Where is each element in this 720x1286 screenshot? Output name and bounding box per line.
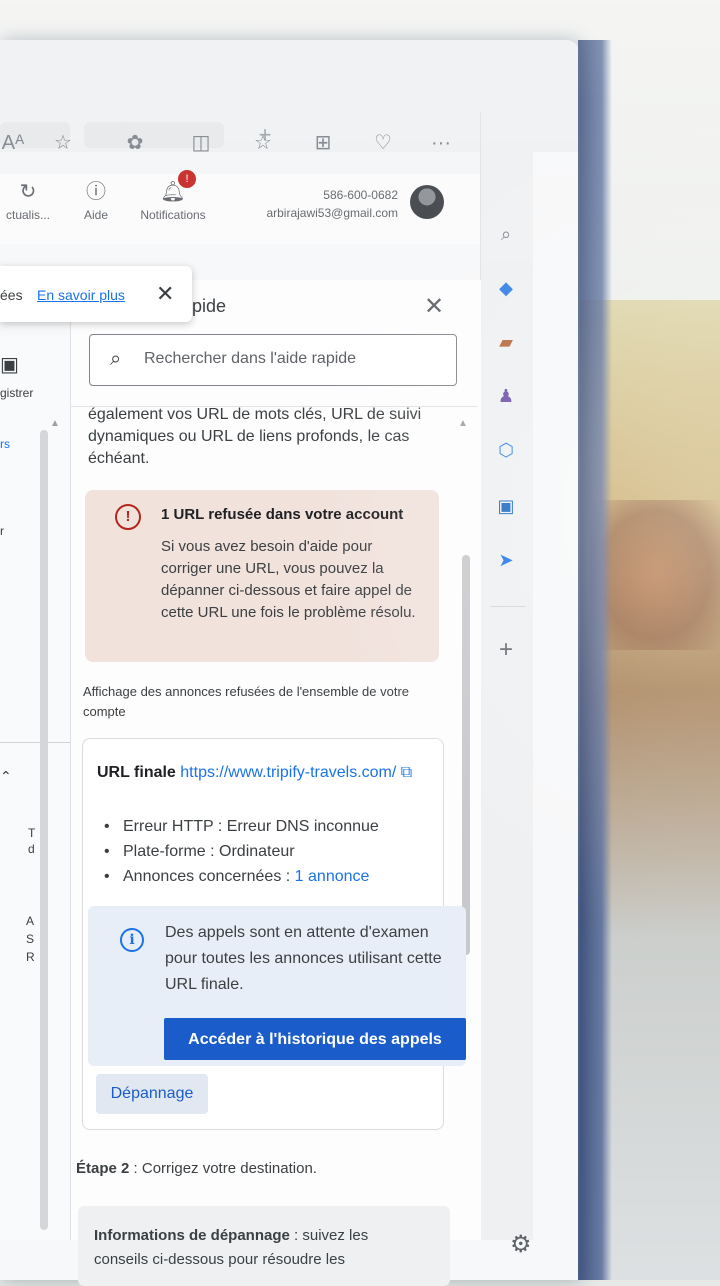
add-sidebar-app-icon[interactable]: + [494, 638, 518, 662]
refresh-button[interactable]: ↻ ctualis... [0, 180, 56, 222]
affected-ads-link[interactable]: 1 annonce [295, 868, 370, 885]
help-button[interactable]: ⓘ Aide [76, 180, 116, 222]
troubleshoot-info-box: Informations de dépannage : suivez les c… [78, 1206, 450, 1286]
browser-essentials-icon[interactable]: ♡ [370, 130, 396, 156]
table-header-cell: T [28, 826, 36, 840]
left-menu-item[interactable]: r [0, 524, 4, 538]
notifications-label: Notifications [140, 208, 206, 222]
send-icon[interactable]: ➤ [494, 548, 518, 572]
appeals-history-button[interactable]: Accéder à l'historique des appels [164, 1018, 466, 1060]
panel-scrollbar[interactable] [462, 555, 470, 955]
ads-page-behind-panel [0, 336, 72, 1240]
refresh-icon: ↻ [19, 181, 37, 203]
table-header-cell: d [28, 842, 35, 856]
panel-title: pide [192, 296, 227, 316]
final-url-link[interactable]: https://www.tripify-travels.com/ [180, 764, 396, 781]
laptop-bezel [578, 40, 612, 1280]
step-2-description: : Corrigez votre destination. [129, 1160, 317, 1177]
collections-icon[interactable]: ⊞ [310, 130, 336, 156]
avatar[interactable] [410, 185, 444, 219]
account-email: arbirajawi53@gmail.com [266, 206, 398, 220]
appeals-info-text: Des appels sont en attente d'examen pour… [165, 924, 442, 993]
close-icon[interactable]: ✕ [424, 292, 444, 321]
account-phone: 586-600-0682 [323, 188, 398, 202]
external-link-icon[interactable]: ⧉ [401, 764, 412, 781]
url-error-details: • Erreur HTTP : Erreur DNS inconnue • Plat… [104, 814, 424, 889]
gear-icon[interactable]: ⚙ [510, 1230, 532, 1259]
left-menu-item[interactable]: rs [0, 437, 10, 451]
info-icon: i [120, 928, 144, 952]
collapse-chevron-icon[interactable]: ⌃ [0, 768, 12, 785]
alert-body: Si vous avez besoin d'aide pour corriger… [161, 538, 416, 621]
search-placeholder: Rechercher dans l'aide rapide [144, 350, 357, 367]
account-info[interactable]: 586-600-0682 arbirajawi53@gmail.com [238, 186, 398, 222]
search-icon[interactable]: ⌕ [494, 222, 518, 246]
shopping-tag-icon[interactable]: ◆ [494, 276, 518, 300]
save-icon[interactable]: ▣ [0, 352, 19, 377]
help-label: Aide [83, 208, 109, 222]
table-cell: S [26, 932, 35, 946]
extensions-icon[interactable]: ✿ [122, 130, 148, 156]
toast-text: ées [0, 287, 23, 303]
save-label[interactable]: gistrer [0, 386, 33, 400]
page-scrollbar[interactable] [40, 430, 48, 1230]
final-url-label: URL finale [97, 764, 176, 781]
outlook-icon[interactable]: ▣ [494, 494, 518, 518]
search-icon: ⌕ [110, 348, 122, 370]
scroll-up-arrow-icon[interactable]: ▲ [50, 418, 60, 429]
table-cell: A [26, 914, 35, 928]
bell-icon: 🔔︎ [160, 181, 186, 203]
list-item: • Annonces concernées : 1 annonce [104, 868, 370, 885]
help-search-input[interactable]: ⌕ Rechercher dans l'aide rapide [89, 334, 457, 386]
scroll-up-arrow-icon[interactable]: ▲ [458, 418, 468, 429]
table-divider [0, 742, 70, 743]
games-icon[interactable]: ♟ [494, 384, 518, 408]
troubleshoot-info-label: Informations de dépannage [94, 1227, 290, 1244]
alert-title: 1 URL refusée dans votre account [161, 506, 404, 523]
refused-url-alert: ! 1 URL refusée dans votre account Si vo… [85, 490, 439, 662]
refresh-label: ctualis... [5, 208, 50, 222]
intro-paragraph: également vos URL de mots clés, URL de s… [88, 406, 422, 467]
step-2-text: Étape 2 : Corrigez votre destination. [76, 1160, 317, 1177]
notifications-button[interactable]: 🔔︎ Notifications [130, 180, 216, 222]
toast-close-icon[interactable]: ✕ [156, 281, 174, 307]
favorite-star-icon[interactable]: ☆ [50, 130, 76, 156]
table-cell: R [26, 950, 35, 964]
troubleshoot-info-text: Informations de dépannage : suivez les c… [94, 1224, 414, 1272]
favorites-list-icon[interactable]: ☆ [250, 130, 276, 156]
split-screen-icon[interactable]: ◫ [188, 130, 214, 156]
microsoft365-icon[interactable]: ⬡ [494, 438, 518, 462]
help-icon: ⓘ [86, 181, 106, 203]
notification-badge: ! [178, 170, 196, 188]
learn-more-link[interactable]: En savoir plus [37, 287, 125, 303]
list-item: • Erreur HTTP : Erreur DNS inconnue [104, 818, 379, 835]
final-url-line: URL finale https://www.tripify-travels.c… [97, 760, 427, 786]
refused-ads-caption: Affichage des annonces refusées de l'ens… [83, 684, 410, 719]
info-toast: ées En savoir plus ✕ [0, 266, 192, 322]
bullet-text: Plate-forme : Ordinateur [123, 843, 295, 860]
sidebar-divider [490, 606, 526, 607]
appeals-info-box: i Des appels sont en attente d'examen po… [88, 906, 466, 1066]
bullet-text: Annonces concernées : [123, 868, 295, 885]
more-menu-icon[interactable]: ··· [428, 130, 454, 156]
list-item: • Plate-forme : Ordinateur [104, 843, 295, 860]
step-2-label: Étape 2 [76, 1160, 130, 1177]
bullet-text: Erreur HTTP : Erreur DNS inconnue [123, 818, 379, 835]
tools-briefcase-icon[interactable]: ▰ [494, 330, 518, 354]
troubleshoot-button[interactable]: Dépannage [96, 1074, 208, 1114]
error-icon: ! [115, 504, 141, 530]
read-aloud-icon[interactable]: Aᴬ [0, 130, 26, 156]
